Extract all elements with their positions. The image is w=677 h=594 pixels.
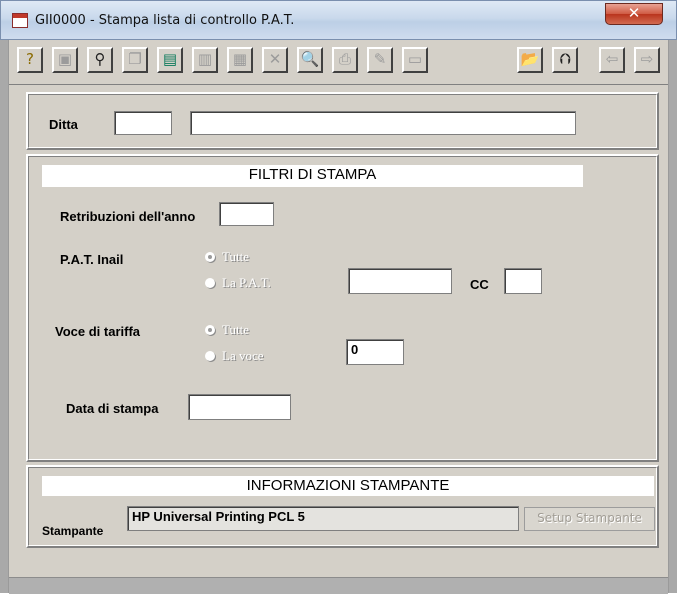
status-bar: [9, 577, 668, 594]
cc-label: CC: [470, 277, 489, 292]
cc-field[interactable]: [504, 268, 542, 294]
app-window: GII0000 - Stampa lista di controllo P.A.…: [0, 0, 677, 594]
forward-arrow-icon[interactable]: ⇨: [634, 47, 660, 73]
table-icon[interactable]: ▦: [227, 47, 253, 73]
data-stampa-field[interactable]: [188, 394, 291, 420]
title-bar[interactable]: GII0000 - Stampa lista di controllo P.A.…: [0, 0, 677, 40]
calculator-icon[interactable]: ▤: [157, 47, 183, 73]
setup-stampante-button[interactable]: Setup Stampante: [524, 507, 655, 531]
voce-tariffa-label: Voce di tariffa: [55, 324, 141, 339]
ditta-code-field[interactable]: [114, 111, 172, 135]
radio-selected-icon: [205, 325, 215, 335]
pat-field[interactable]: [348, 268, 452, 294]
stampante-panel: INFORMAZIONI STAMPANTE Stampante HP Univ…: [26, 465, 659, 548]
stampante-label: Stampante: [42, 524, 104, 538]
filtri-header: FILTRI DI STAMPA: [42, 165, 583, 187]
copy-record-icon[interactable]: ❐: [122, 47, 148, 73]
pat-tutte-radio[interactable]: Tutte: [205, 249, 249, 265]
properties-icon[interactable]: ▣: [52, 47, 78, 73]
voce-la-voce-radio[interactable]: La voce: [205, 348, 264, 364]
retribuzioni-label: Retribuzioni dell'anno: [60, 209, 196, 224]
toolbar: ? ▣ ⚲ ❐ ▤ ▥ ▦ ✕ 🔍 ⎙ ✎ ▭ 📂 ⮉ ⇦ ⇨: [9, 40, 668, 85]
stampante-field: HP Universal Printing PCL 5: [127, 506, 519, 531]
radio-icon: [205, 278, 215, 288]
close-button[interactable]: ✕: [605, 3, 663, 25]
ditta-name-field[interactable]: [190, 111, 576, 135]
paste-icon[interactable]: ▥: [192, 47, 218, 73]
open-folder-icon[interactable]: 📂: [517, 47, 543, 73]
voce-field[interactable]: 0: [346, 339, 404, 365]
note-icon[interactable]: ▭: [402, 47, 428, 73]
help-icon[interactable]: ?: [17, 47, 43, 73]
app-icon: [12, 13, 28, 28]
edit-icon[interactable]: ✎: [367, 47, 393, 73]
stampante-header: INFORMAZIONI STAMPANTE: [42, 476, 654, 496]
radio-selected-icon: [205, 252, 215, 262]
radio-icon: [205, 351, 215, 361]
ditta-panel: Ditta: [26, 92, 659, 150]
print-preview-icon[interactable]: 🔍: [297, 47, 323, 73]
ditta-label: Ditta: [49, 117, 78, 132]
window-title: GII0000 - Stampa lista di controllo P.A.…: [35, 13, 295, 28]
binoculars-icon[interactable]: ⚲: [87, 47, 113, 73]
up-folder-icon[interactable]: ⮉: [552, 47, 578, 73]
print-icon[interactable]: ⎙: [332, 47, 358, 73]
client-area: ? ▣ ⚲ ❐ ▤ ▥ ▦ ✕ 🔍 ⎙ ✎ ▭ 📂 ⮉ ⇦ ⇨ Ditta FI…: [8, 40, 669, 594]
retribuzioni-anno-field[interactable]: [219, 202, 274, 226]
delete-icon[interactable]: ✕: [262, 47, 288, 73]
pat-la-pat-radio[interactable]: La P.A.T.: [205, 275, 271, 291]
back-arrow-icon[interactable]: ⇦: [599, 47, 625, 73]
filtri-panel: FILTRI DI STAMPA Retribuzioni dell'anno …: [26, 154, 659, 462]
data-stampa-label: Data di stampa: [66, 401, 159, 416]
voce-tutte-radio[interactable]: Tutte: [205, 322, 249, 338]
pat-inail-label: P.A.T. Inail: [60, 252, 124, 267]
